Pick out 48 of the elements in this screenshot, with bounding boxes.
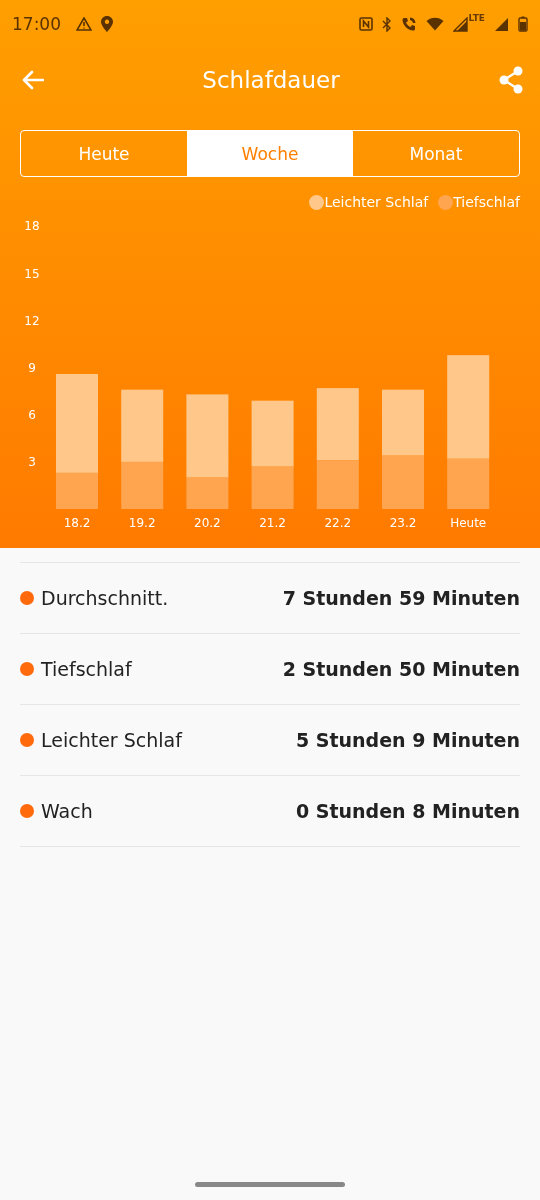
signal-icon [453, 16, 469, 32]
bullet-dot [20, 804, 34, 818]
bluetooth-icon [382, 16, 393, 32]
stat-label: Tiefschlaf [41, 658, 133, 680]
y-axis-label: 6 [28, 407, 36, 422]
signal-icon [494, 16, 509, 32]
legend-label: Tiefschlaf [453, 194, 520, 210]
y-axis-label: 9 [28, 360, 36, 375]
bar [382, 389, 424, 456]
stat-value: 2 Stunden 50 Minuten [282, 658, 520, 680]
y-axis-label: 3 [28, 454, 36, 469]
x-axis-label: 21.2 [259, 516, 286, 530]
battery-icon [518, 16, 528, 32]
network-label: LTE [468, 12, 485, 23]
back-arrow-icon [22, 70, 44, 90]
status-time: 17:00 [12, 14, 61, 34]
share-icon [498, 66, 524, 94]
screen-title: Schlafdauer [202, 67, 340, 93]
stat-label: Durchschnitt. [41, 587, 170, 609]
bullet-dot [20, 591, 34, 605]
y-axis-label: 18 [24, 219, 40, 234]
phone-call-icon [401, 16, 418, 32]
stat-value: 0 Stunden 8 Minuten [295, 800, 520, 822]
x-axis-label: Heute [450, 516, 487, 530]
x-axis-label: 22.2 [324, 516, 352, 530]
share-button[interactable] [498, 66, 524, 94]
x-axis-label: 23.2 [389, 516, 417, 530]
period-tab[interactable]: Monat [353, 131, 519, 176]
x-axis-label: 19.2 [128, 516, 156, 530]
x-axis-label: 18.2 [63, 516, 91, 530]
back-button[interactable] [22, 70, 44, 90]
location-icon [101, 16, 113, 32]
bullet-dot [20, 662, 34, 676]
stat-value: 5 Stunden 9 Minuten [295, 729, 520, 751]
bullet-dot [20, 733, 34, 747]
wifi-icon [426, 17, 445, 31]
period-tab[interactable]: Woche [187, 131, 353, 176]
y-axis-label: 12 [24, 313, 40, 328]
stat-label: Leichter Schlaf [41, 729, 184, 751]
bar [382, 455, 424, 509]
period-tab[interactable]: Heute [21, 131, 187, 176]
nfc-icon [359, 17, 374, 31]
warning-icon [76, 17, 92, 31]
y-axis-label: 15 [24, 266, 40, 281]
legend-label: Leichter Schlaf [324, 194, 429, 210]
stat-value: 7 Stunden 59 Minuten [282, 587, 520, 609]
stat-label: Wach [41, 800, 94, 822]
x-axis-label: 20.2 [194, 516, 221, 530]
